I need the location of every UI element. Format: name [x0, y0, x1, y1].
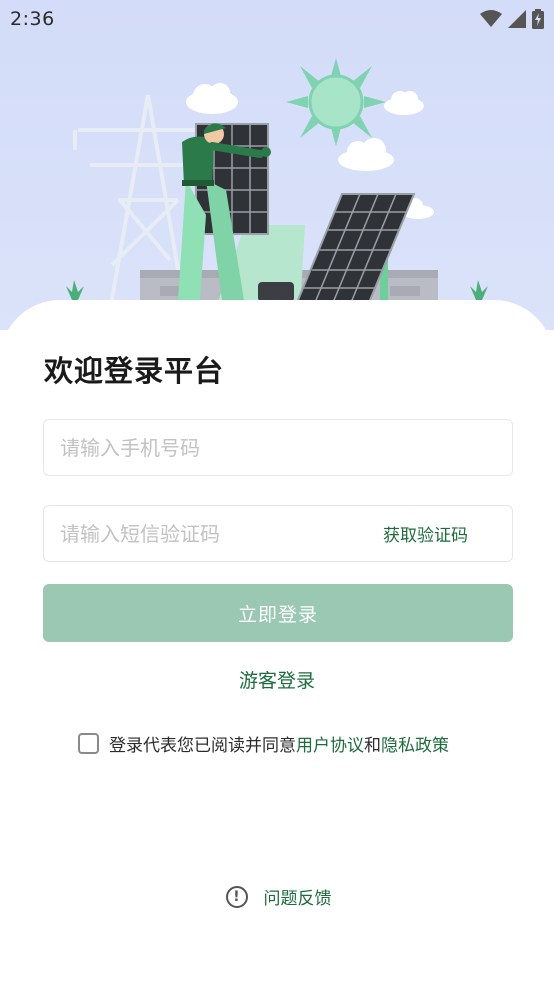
agreement-row: 登录代表您已阅读并同意 用户协议 和 隐私政策 — [78, 731, 449, 756]
phone-field[interactable] — [43, 419, 513, 476]
alert-circle-icon: ! — [225, 885, 248, 908]
wifi-icon — [480, 10, 502, 27]
login-button[interactable]: 立即登录 — [43, 584, 513, 642]
solar-panel-installer-illustration — [66, 58, 488, 311]
page-title: 欢迎登录平台 — [44, 354, 225, 388]
agreement-prefix: 登录代表您已阅读并同意 — [109, 736, 296, 756]
user-agreement-link[interactable]: 用户协议 — [296, 731, 364, 756]
battery-charging-icon — [532, 9, 544, 29]
guest-login-link[interactable]: 游客登录 — [0, 666, 554, 693]
sms-code-field[interactable]: 获取验证码 — [43, 505, 513, 562]
toolbox-icon — [258, 282, 294, 302]
sun-icon — [286, 58, 386, 146]
hero-banner: 2:36 — [0, 0, 554, 330]
feedback-link[interactable]: ! 问题反馈 — [0, 884, 554, 909]
agreement-checkbox[interactable] — [78, 733, 99, 754]
phone-input[interactable] — [60, 435, 496, 460]
sms-code-input[interactable] — [60, 521, 383, 546]
login-screen: 2:36 欢迎登录平台 获取验证码 立即登录 游客登录 — [0, 0, 554, 984]
status-bar: 2:36 — [0, 0, 554, 38]
agreement-and: 和 — [364, 736, 381, 756]
privacy-policy-link[interactable]: 隐私政策 — [381, 731, 449, 756]
cellular-signal-icon — [508, 10, 526, 28]
login-card — [0, 300, 554, 984]
status-time: 2:36 — [10, 8, 55, 30]
status-icons — [480, 9, 544, 29]
get-code-button[interactable]: 获取验证码 — [383, 521, 468, 546]
feedback-label: 问题反馈 — [263, 889, 332, 909]
